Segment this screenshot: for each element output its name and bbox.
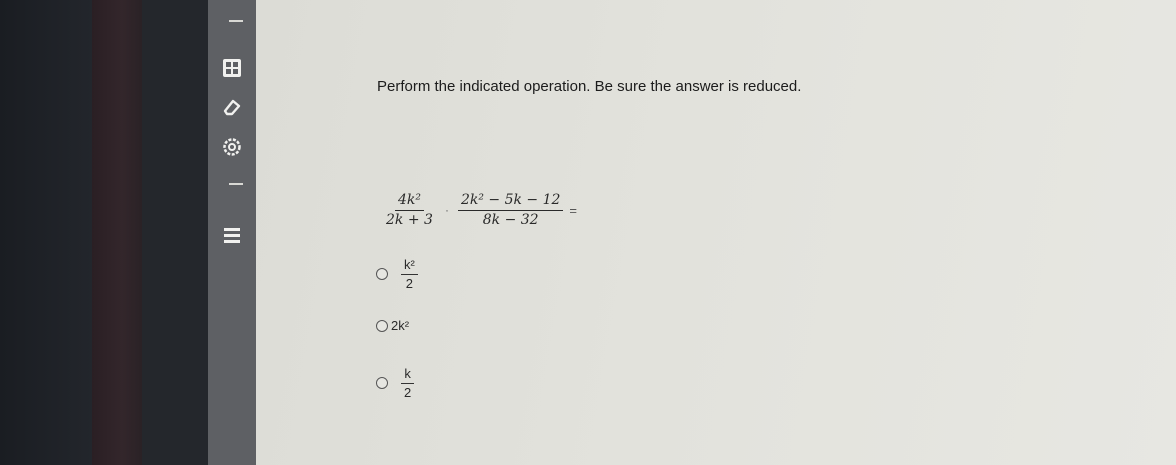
fraction-2-numerator: 2k² − 5k − 12 — [457, 193, 564, 211]
fraction-2: 2k² − 5k − 12 8k − 32 — [457, 193, 564, 228]
fraction-1-denominator: 2k + 3 — [386, 211, 433, 228]
monitor-edge — [92, 0, 142, 465]
screen-dark-area — [142, 0, 208, 465]
radio-button-3[interactable] — [376, 377, 388, 390]
calculator-icon[interactable] — [218, 54, 246, 82]
option-3-fraction: k 2 — [401, 367, 414, 399]
option-3-denominator: 2 — [404, 384, 412, 400]
option-3-numerator: k — [401, 367, 414, 384]
option-2-text: 2k² — [391, 318, 410, 333]
eraser-icon[interactable] — [218, 93, 246, 121]
multiply-operator: · — [444, 203, 449, 218]
fraction-1: 4k² 2k + 3 — [383, 193, 436, 227]
toolbar-divider-top — [229, 20, 243, 22]
radio-button-2[interactable] — [376, 319, 388, 332]
fraction-2-denominator: 8k − 32 — [482, 211, 539, 228]
answer-option-2[interactable]: 2k² — [376, 318, 409, 333]
radio-button-1[interactable] — [376, 268, 388, 281]
monitor-bezel-left — [0, 0, 95, 465]
option-1-denominator: 2 — [405, 275, 414, 291]
fraction-1-numerator: 4k² — [394, 193, 424, 211]
option-1-fraction: k² 2 — [401, 258, 418, 290]
math-expression: 4k² 2k + 3 · 2k² − 5k − 12 8k − 32 = — [383, 193, 577, 227]
toolbar-divider-middle — [229, 183, 243, 185]
equals-sign: = — [569, 202, 578, 218]
answer-option-3[interactable]: k 2 — [376, 367, 414, 399]
strike-icon[interactable] — [218, 221, 246, 249]
settings-gear-icon[interactable] — [218, 133, 246, 161]
option-1-numerator: k² — [401, 258, 418, 275]
question-prompt: Perform the indicated operation. Be sure… — [377, 78, 802, 95]
answer-option-1[interactable]: k² 2 — [376, 258, 418, 290]
